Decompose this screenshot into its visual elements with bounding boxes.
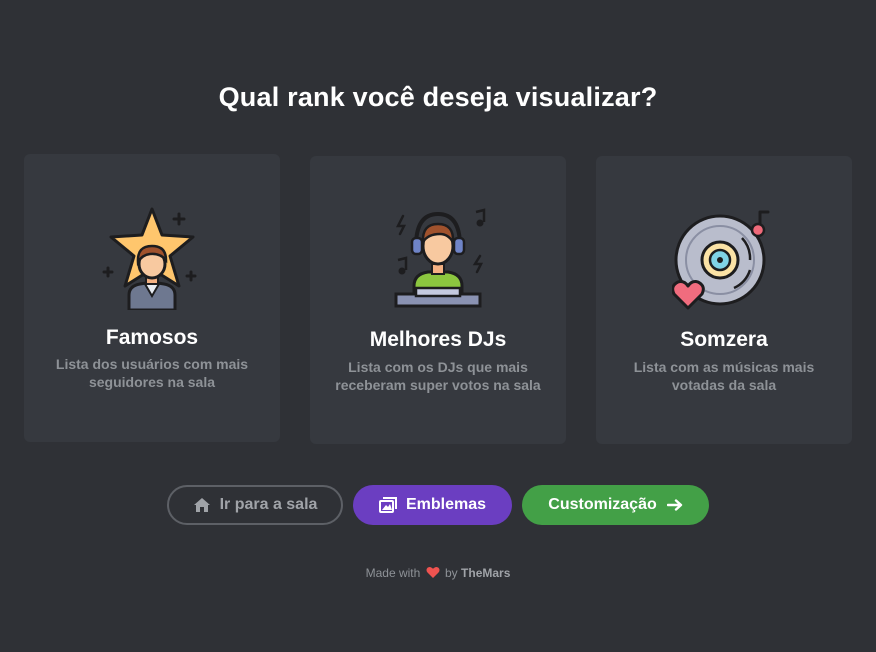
card-description: Lista com os DJs que mais receberam supe… <box>335 359 541 393</box>
badges-button[interactable]: Emblemas <box>353 485 512 525</box>
rank-card-best-djs[interactable]: Melhores DJs Lista com os DJs que mais r… <box>310 156 566 444</box>
dj-headphones-icon <box>394 208 486 308</box>
customization-button[interactable]: Customização <box>522 485 709 525</box>
go-to-room-label: Ir para a sala <box>219 496 318 513</box>
footer-by: by <box>445 566 458 580</box>
famous-star-person-icon <box>102 207 197 310</box>
badges-label: Emblemas <box>405 496 487 513</box>
footer-made-with: Made with <box>365 566 421 580</box>
vinyl-heart-icon <box>672 210 770 310</box>
rank-card-famous[interactable]: Famosos Lista dos usuários com mais segu… <box>24 154 280 442</box>
customization-label: Customização <box>548 496 657 513</box>
footer-author-link[interactable]: TheMars <box>461 566 510 580</box>
card-title: Famosos <box>105 326 199 349</box>
home-icon <box>193 497 211 513</box>
card-description: Lista dos usuários com mais seguidores n… <box>55 356 249 390</box>
heart-icon <box>426 566 440 582</box>
card-title: Melhores DJs <box>369 328 507 351</box>
page-title: Qual rank você deseja visualizar? <box>218 82 658 112</box>
rank-card-somzera[interactable]: Somzera Lista com as músicas mais votada… <box>596 156 852 444</box>
images-icon <box>378 497 397 513</box>
arrow-right-icon <box>666 499 683 511</box>
go-to-room-button[interactable]: Ir para a sala <box>167 485 343 525</box>
card-description: Lista com as músicas mais votadas da sal… <box>633 359 815 393</box>
card-title: Somzera <box>680 328 768 351</box>
footer: Made with by TheMars <box>0 566 876 582</box>
